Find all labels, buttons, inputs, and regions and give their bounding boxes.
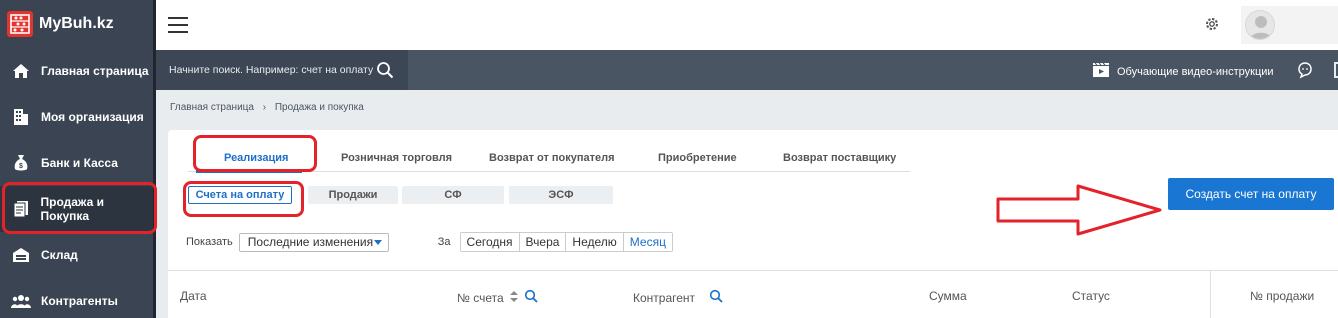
column-label: Дата <box>180 289 207 303</box>
tab-realization[interactable]: Реализация <box>224 152 288 164</box>
subtab-invoices[interactable]: Счета на оплату <box>188 186 292 204</box>
search-icon[interactable] <box>376 61 394 82</box>
video-icon <box>1092 62 1110 81</box>
money-bag-icon: $ <box>11 153 31 173</box>
show-label: Показать <box>186 236 233 248</box>
sidebar-item-label: Контрагенты <box>41 294 118 308</box>
show-select-value: Последние изменения <box>247 235 374 249</box>
sidebar-item-label: Продажа и Покупка <box>40 195 104 223</box>
tab-bar: Реализация Розничная торговля Возврат от… <box>188 144 910 173</box>
column-label: Контрагент <box>633 290 696 305</box>
video-tutorials-label: Обучающие видео-инструкции <box>1117 65 1274 78</box>
period-today[interactable]: Сегодня <box>460 233 520 251</box>
video-tutorials-link[interactable]: Обучающие видео-инструкции <box>1092 62 1274 81</box>
table-header: Дата № счета Контрагент Сумма Статус № п… <box>168 270 1338 318</box>
sort-icon[interactable] <box>509 290 518 305</box>
period-week[interactable]: Неделю <box>566 233 624 251</box>
chevron-right-icon: › <box>262 102 267 113</box>
sidebar-item-organization[interactable]: Моя организация <box>0 94 153 140</box>
column-sale-number[interactable]: № продажи <box>1250 289 1314 303</box>
top-bar <box>156 0 1338 50</box>
period-selector: Сегодня Вчера Неделю Месяц <box>459 232 673 252</box>
abacus-logo-icon <box>7 11 33 37</box>
breadcrumb: Главная страница › Продажа и покупка <box>170 102 364 113</box>
panel-icon[interactable] <box>1334 62 1338 78</box>
column-amount[interactable]: Сумма <box>929 289 967 303</box>
sidebar-item-label: Главная страница <box>41 64 149 78</box>
sidebar-nav: Главная страница Моя организация $ Банк … <box>0 48 153 318</box>
tab-purchase[interactable]: Приобретение <box>658 152 737 164</box>
logo[interactable]: MyBuh.kz <box>0 0 153 48</box>
period-yesterday[interactable]: Вчера <box>519 233 567 251</box>
sidebar-item-label: Склад <box>41 248 78 262</box>
column-label: № продажи <box>1250 289 1315 303</box>
document-icon <box>11 199 31 219</box>
user-menu[interactable] <box>1241 6 1338 44</box>
avatar <box>1245 10 1275 40</box>
search-icon[interactable] <box>524 289 538 306</box>
sidebar: MyBuh.kz Главная страница Моя организаци… <box>0 0 156 318</box>
subtab-esf[interactable]: ЭСФ <box>509 186 613 204</box>
sidebar-item-warehouse[interactable]: Склад <box>0 232 153 278</box>
subtab-sales[interactable]: Продажи <box>308 186 398 204</box>
period-month[interactable]: Месяц <box>623 233 672 251</box>
column-label: Статус <box>1072 289 1110 303</box>
logo-text: MyBuh.kz <box>39 15 114 32</box>
filter-row: Показать Последние изменения За Сегодня … <box>186 232 673 252</box>
period-label: За <box>437 236 451 248</box>
people-icon <box>11 291 31 311</box>
menu-icon[interactable] <box>168 17 188 33</box>
create-invoice-button[interactable]: Создать счет на оплату <box>1168 178 1334 210</box>
column-label: Сумма <box>929 289 967 303</box>
sidebar-item-counterparties[interactable]: Контрагенты <box>0 278 153 318</box>
tab-supplier-return[interactable]: Возврат поставщику <box>783 152 896 164</box>
building-icon <box>11 107 31 127</box>
show-select[interactable]: Последние изменения <box>238 232 389 252</box>
home-icon <box>11 61 31 81</box>
search-input[interactable]: Начните поиск. Например: счет на оплату <box>156 50 408 90</box>
column-date[interactable]: Дата <box>180 289 207 303</box>
column-label: № счета <box>457 290 504 305</box>
column-counterparty[interactable]: Контрагент <box>633 289 723 306</box>
active-tab-indicator <box>196 170 302 173</box>
tab-customer-return[interactable]: Возврат от покупателя <box>489 152 615 164</box>
breadcrumb-current: Продажа и покупка <box>274 102 364 113</box>
sidebar-item-home[interactable]: Главная страница <box>0 48 153 94</box>
gear-icon[interactable] <box>1204 16 1220 35</box>
sidebar-item-label: Моя организация <box>41 110 144 124</box>
search-bar: Начните поиск. Например: счет на оплату … <box>156 50 1338 90</box>
warehouse-icon <box>11 245 31 265</box>
support-chat-icon[interactable] <box>1296 61 1314 82</box>
search-placeholder: Начните поиск. Например: счет на оплату <box>169 64 374 76</box>
search-icon[interactable] <box>709 289 723 306</box>
column-invoice-number[interactable]: № счета <box>457 289 538 306</box>
sidebar-item-sales[interactable]: Продажа и Покупка <box>0 186 153 232</box>
sidebar-item-label: Банк и Касса <box>41 156 118 170</box>
breadcrumb-home[interactable]: Главная страница <box>170 102 254 113</box>
sidebar-item-bank[interactable]: $ Банк и Касса <box>0 140 153 186</box>
column-divider <box>1210 271 1211 318</box>
tab-retail[interactable]: Розничная торговля <box>341 152 452 164</box>
column-status[interactable]: Статус <box>1072 289 1110 303</box>
subtab-sf[interactable]: СФ <box>402 186 504 204</box>
caret-down-icon <box>373 239 382 245</box>
svg-text:$: $ <box>19 163 23 170</box>
main-card: Реализация Розничная торговля Возврат от… <box>168 130 1338 318</box>
